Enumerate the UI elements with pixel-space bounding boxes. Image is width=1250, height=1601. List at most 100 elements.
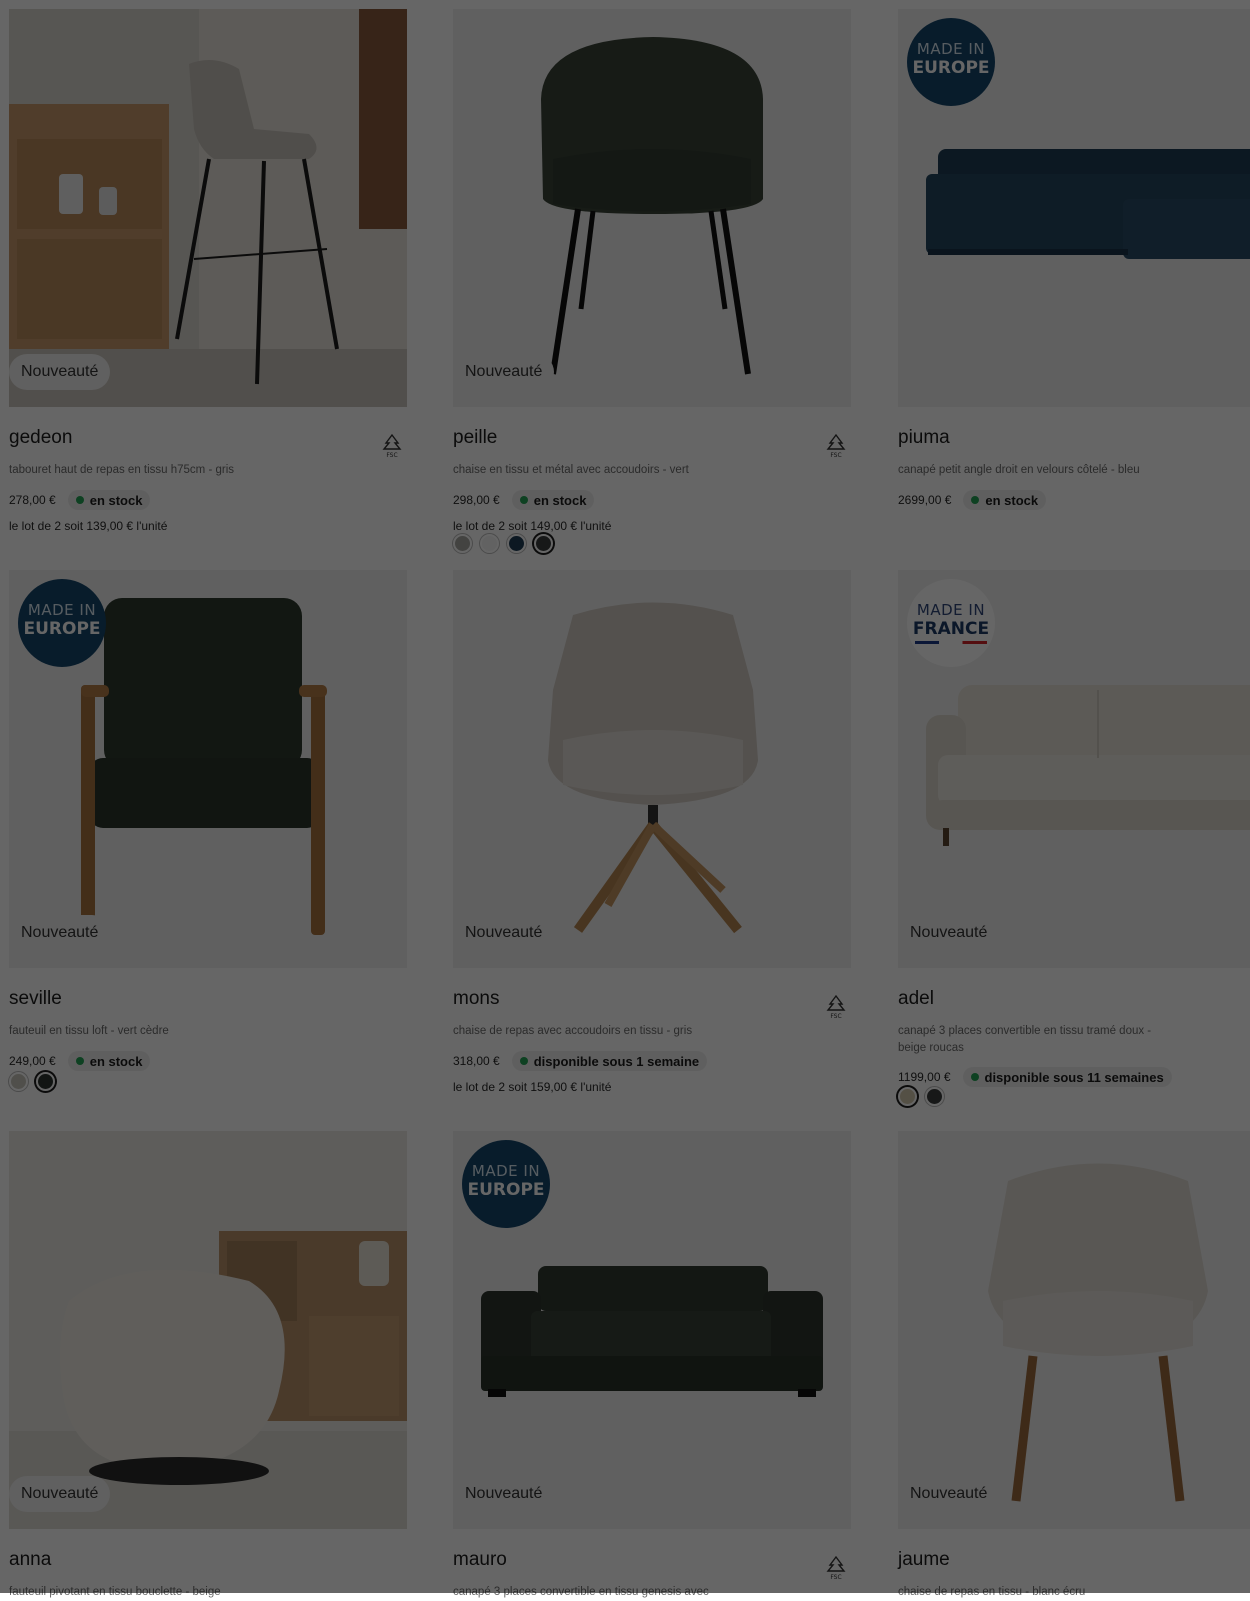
color-swatch[interactable] xyxy=(9,1072,28,1091)
made-in-europe-badge: MADE IN EUROPE xyxy=(18,579,106,667)
product-card-seville[interactable]: MADE IN EUROPE Nouveauté seville fauteui… xyxy=(9,570,407,1091)
product-price: 318,00 € xyxy=(453,1054,500,1068)
stock-label: en stock xyxy=(89,1053,143,1069)
stock-status: en stock xyxy=(67,490,151,510)
stock-status: disponible sous 11 semaines xyxy=(962,1067,1172,1087)
new-badge: Nouveauté xyxy=(9,915,111,951)
made-in-europe-badge: MADE IN EUROPE xyxy=(462,1140,550,1228)
product-image[interactable]: MADE IN EUROPE Nouveauté xyxy=(9,570,407,968)
stock-label: disponible sous 1 semaine xyxy=(533,1053,700,1069)
product-image[interactable]: Nouveauté xyxy=(453,570,851,968)
price-line: 318,00 € disponible sous 1 semaine xyxy=(453,1050,708,1072)
product-description: canapé 3 places convertible en tissu tra… xyxy=(898,1025,1152,1054)
price-line: 249,00 € en stock xyxy=(9,1050,151,1072)
product-card-piuma[interactable]: MADE IN EUROPE piuma canapé petit angle … xyxy=(898,9,1250,510)
new-badge: Nouveauté xyxy=(453,915,555,951)
french-flag-icon xyxy=(915,641,987,644)
price-line: 298,00 € en stock xyxy=(453,489,595,511)
product-card-peille[interactable]: Nouveauté peille FSC chaise en tissu et … xyxy=(453,9,851,553)
product-card-gedeon[interactable]: Nouveauté gedeon FSC tabouret haut de re… xyxy=(9,9,407,533)
color-swatch[interactable] xyxy=(925,1087,944,1106)
product-description: tabouret haut de repas en tissu h75cm - … xyxy=(9,464,235,476)
new-badge: Nouveauté xyxy=(898,1476,1000,1512)
product-name[interactable]: piuma xyxy=(898,427,950,449)
product-price: 278,00 € xyxy=(9,493,56,507)
product-name[interactable]: mauro xyxy=(453,1549,507,1571)
new-badge: Nouveauté xyxy=(453,1476,555,1512)
color-swatch-selected[interactable] xyxy=(36,1072,55,1091)
product-image[interactable]: MADE IN FRANCE Nouveauté xyxy=(898,570,1250,968)
fsc-icon: FSC xyxy=(826,1555,846,1581)
new-badge: Nouveauté xyxy=(9,354,111,390)
color-swatch-selected[interactable] xyxy=(898,1087,917,1106)
product-photo-upholstered-chair xyxy=(898,1131,1250,1529)
product-card-anna[interactable]: Nouveauté anna fauteuil pivotant en tiss… xyxy=(9,1131,407,1598)
product-price: 1199,00 € xyxy=(898,1070,951,1084)
product-name[interactable]: peille xyxy=(453,427,497,449)
color-swatches xyxy=(453,534,561,553)
stock-label: en stock xyxy=(89,492,143,508)
product-name[interactable]: gedeon xyxy=(9,427,72,449)
product-photo-swivel-armchair xyxy=(9,1131,407,1529)
product-name[interactable]: anna xyxy=(9,1549,51,1571)
product-description: fauteuil en tissu loft - vert cèdre xyxy=(9,1025,169,1037)
product-image[interactable]: Nouveauté xyxy=(898,1131,1250,1529)
made-in-label: MADE IN xyxy=(916,40,986,58)
color-swatches xyxy=(898,1087,952,1106)
product-name[interactable]: mons xyxy=(453,988,499,1010)
made-in-label: MADE IN xyxy=(916,601,986,619)
color-swatches xyxy=(9,1072,63,1091)
product-name[interactable]: jaume xyxy=(898,1549,950,1571)
stock-dot-icon xyxy=(75,1057,84,1065)
price-line: 1199,00 € disponible sous 11 semaines xyxy=(898,1066,1172,1088)
stock-label: en stock xyxy=(533,492,587,508)
product-description: chaise en tissu et métal avec accoudoirs… xyxy=(453,464,689,476)
made-in-region: EUROPE xyxy=(912,58,990,78)
fsc-icon: FSC xyxy=(382,433,402,459)
stock-dot-icon xyxy=(970,1073,979,1081)
product-image[interactable]: Nouveauté xyxy=(9,9,407,407)
made-in-label: MADE IN xyxy=(27,601,97,619)
made-in-label: MADE IN xyxy=(471,1162,541,1180)
stock-label: disponible sous 11 semaines xyxy=(984,1069,1164,1085)
product-card-jaume[interactable]: Nouveauté jaume chaise de repas en tissu… xyxy=(898,1131,1250,1598)
product-name[interactable]: seville xyxy=(9,988,62,1010)
color-swatch[interactable] xyxy=(480,534,499,553)
new-badge: Nouveauté xyxy=(453,354,555,390)
color-swatch[interactable] xyxy=(507,534,526,553)
fsc-icon: FSC xyxy=(826,433,846,459)
stock-status: en stock xyxy=(511,490,595,510)
made-in-region: FRANCE xyxy=(912,619,990,639)
product-description: canapé petit angle droit en velours côte… xyxy=(898,464,1140,476)
product-image[interactable]: MADE IN EUROPE xyxy=(898,9,1250,407)
lot-price: le lot de 2 soit 139,00 € l'unité xyxy=(9,519,168,533)
stock-dot-icon xyxy=(519,1057,528,1065)
made-in-region: EUROPE xyxy=(467,1180,545,1200)
product-card-mauro[interactable]: MADE IN EUROPE Nouveauté mauro FSC canap… xyxy=(453,1131,851,1598)
product-image[interactable]: Nouveauté xyxy=(453,9,851,407)
price-line: 2699,00 € en stock xyxy=(898,489,1047,511)
lot-price: le lot de 2 soit 159,00 € l'unité xyxy=(453,1080,612,1094)
stock-status: en stock xyxy=(963,490,1047,510)
product-card-mons[interactable]: Nouveauté mons FSC chaise de repas avec … xyxy=(453,570,851,1094)
lot-price: le lot de 2 soit 149,00 € l'unité xyxy=(453,519,612,533)
price-line: 278,00 € en stock xyxy=(9,489,151,511)
svg-text:FSC: FSC xyxy=(830,452,841,459)
made-in-region: EUROPE xyxy=(23,619,101,639)
stock-dot-icon xyxy=(971,496,980,504)
product-photo-bar-stool xyxy=(9,9,407,407)
color-swatch-selected[interactable] xyxy=(534,534,553,553)
new-badge: Nouveauté xyxy=(9,1476,111,1512)
product-name[interactable]: adel xyxy=(898,988,934,1010)
stock-dot-icon xyxy=(75,496,84,504)
stock-dot-icon xyxy=(519,496,528,504)
made-in-europe-badge: MADE IN EUROPE xyxy=(907,18,995,106)
product-image[interactable]: MADE IN EUROPE Nouveauté xyxy=(453,1131,851,1529)
stock-label: en stock xyxy=(985,492,1039,508)
product-price: 298,00 € xyxy=(453,493,500,507)
product-card-adel[interactable]: MADE IN FRANCE Nouveauté adel canapé 3 p… xyxy=(898,570,1250,1106)
stock-status: en stock xyxy=(67,1051,151,1071)
color-swatch[interactable] xyxy=(453,534,472,553)
product-photo-dining-chair xyxy=(453,9,851,407)
product-image[interactable]: Nouveauté xyxy=(9,1131,407,1529)
